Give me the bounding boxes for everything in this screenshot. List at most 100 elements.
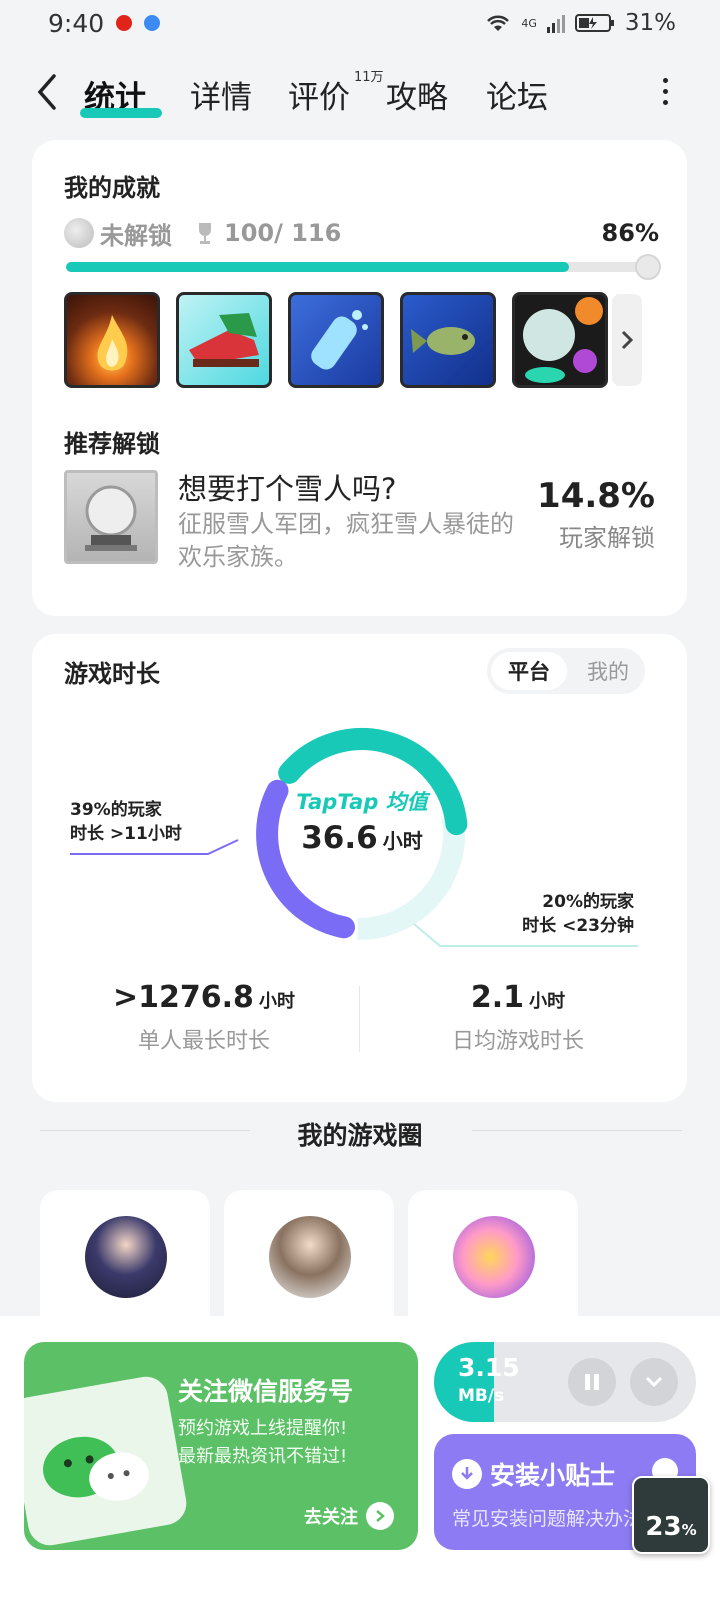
achievement-badges <box>64 292 608 388</box>
back-arrow-icon[interactable] <box>34 70 64 114</box>
daily-playtime-label: 日均游戏时长 <box>451 1029 584 1054</box>
download-speed-unit: MB/s <box>458 1386 505 1406</box>
daily-playtime-stat: 2.1 小时 日均游戏时长 <box>368 980 668 1055</box>
tab-forum[interactable]: 论坛 <box>486 72 548 117</box>
follow-button-label: 去关注 <box>304 1507 358 1528</box>
daily-playtime-unit: 小时 <box>529 991 566 1012</box>
chevron-right-icon <box>366 1502 394 1530</box>
battery-percent: 31% <box>624 10 676 36</box>
recommended-percent-label: 玩家解锁 <box>559 524 655 552</box>
taptap-brand-label: TapTap 均值 <box>296 790 428 814</box>
playtime-card: 游戏时长 平台 我的 TapTap 均值 36.6 小时 39%的玩家 时长 >… <box>32 634 687 1102</box>
locked-label: 未解锁 <box>100 221 172 250</box>
achievement-progress-fill <box>66 262 570 272</box>
bottle-icon <box>311 310 368 370</box>
more-menu-icon[interactable] <box>663 78 669 108</box>
achievement-badge-fish[interactable] <box>400 292 496 388</box>
achievements-summary: 未解锁 100/ 116 86% <box>64 216 659 250</box>
legend-left-connector <box>70 839 239 855</box>
network-type: 4G <box>521 16 537 30</box>
chevron-right-icon <box>621 330 634 350</box>
toggle-mine[interactable]: 我的 <box>575 648 641 694</box>
recommended-desc: 征服雪人军团，疯狂雪人暴徒的欢乐家族。 <box>178 510 514 571</box>
average-playtime-value: 36.6 <box>301 820 378 856</box>
achievements-title: 我的成就 <box>64 174 160 202</box>
install-tips-title: 安装小贴士 <box>490 1461 616 1490</box>
locked-badge-icon <box>64 218 94 248</box>
download-icon <box>452 1459 482 1489</box>
daily-playtime-value: 2.1 <box>470 980 525 1015</box>
avatar <box>85 1216 167 1298</box>
tab-guides[interactable]: 攻略 <box>386 72 448 117</box>
max-playtime-label: 单人最长时长 <box>137 1029 270 1054</box>
fish-icon <box>411 327 475 355</box>
wechat-desc-1: 预约游戏上线提醒你! <box>178 1418 348 1439</box>
recommend-title: 推荐解锁 <box>64 430 160 458</box>
max-playtime-unit: 小时 <box>259 991 295 1012</box>
wechat-desc-2: 最新最热资讯不错过! <box>178 1446 348 1467</box>
pause-icon <box>585 1374 599 1390</box>
platform-mine-toggle: 平台 我的 <box>487 648 645 694</box>
download-speed-value: 3.15 <box>458 1353 520 1382</box>
clock: 9:40 <box>48 8 105 38</box>
legend-left-line1: 39%的玩家 <box>70 800 162 820</box>
top-nav: 统计 详情 评价 11万 攻略 论坛 <box>0 60 720 124</box>
achievement-badge-boots[interactable] <box>176 292 272 388</box>
achievements-card: 我的成就 未解锁 100/ 116 86% 推荐解锁 想要打个雪人吗? 征服雪人… <box>32 140 687 616</box>
achievement-badge-bottle[interactable] <box>288 292 384 388</box>
achievement-badge-planets[interactable] <box>512 292 608 388</box>
follow-button[interactable]: 去关注 <box>304 1502 394 1530</box>
floating-download-widget[interactable]: 23% <box>632 1476 710 1554</box>
review-count-badge: 11万 <box>354 70 384 85</box>
battery-icon <box>574 14 614 32</box>
install-tips-header: 安装小贴士 <box>452 1456 615 1492</box>
wechat-follow-banner[interactable]: 关注微信服务号 预约游戏上线提醒你! 最新最热资讯不错过! 去关注 <box>24 1342 418 1550</box>
avatar <box>269 1216 351 1298</box>
playtime-title: 游戏时长 <box>64 660 160 688</box>
average-playtime: 36.6 小时 <box>252 820 472 856</box>
snowglobe-icon <box>64 470 158 564</box>
achievement-badge-fire[interactable] <box>64 292 160 388</box>
stats-divider <box>359 986 360 1052</box>
planets-icon <box>523 297 603 383</box>
download-percent-sign: % <box>681 1521 697 1539</box>
game-circle-title: 我的游戏圈 <box>297 1121 423 1150</box>
achievement-count: 100/ 116 <box>224 219 342 247</box>
download-percent: 23% <box>645 1512 696 1542</box>
achievement-progress-bar <box>66 254 661 280</box>
badges-more-button[interactable] <box>612 294 642 386</box>
download-speed: 3.15 MB/s <box>458 1354 520 1410</box>
recommended-percent: 14.8% <box>537 476 655 516</box>
progress-end-icon <box>635 254 661 280</box>
divider <box>472 1130 682 1131</box>
trophy-icon <box>199 223 211 244</box>
chevron-down-icon <box>645 1376 663 1388</box>
signal-icon <box>546 15 565 33</box>
notification-icon <box>144 15 161 31</box>
pause-button[interactable] <box>568 1358 616 1406</box>
notification-icon <box>116 15 133 31</box>
boots-icon <box>189 313 259 367</box>
collapse-button[interactable] <box>630 1358 678 1406</box>
fire-icon <box>97 315 128 371</box>
legend-right-line1: 20%的玩家 <box>542 892 634 912</box>
install-tips-subtitle: 常见安装问题解决办法 <box>452 1508 643 1530</box>
status-bar: 9:40 4G 31% <box>0 0 720 46</box>
wechat-title: 关注微信服务号 <box>178 1377 354 1406</box>
tab-details[interactable]: 详情 <box>190 72 252 117</box>
max-playtime-value: >1276.8 <box>113 980 254 1015</box>
avatar <box>453 1216 535 1298</box>
wechat-icon <box>24 1373 190 1549</box>
max-playtime-stat: >1276.8 小时 单人最长时长 <box>54 980 354 1055</box>
average-playtime-unit: 小时 <box>382 829 423 853</box>
legend-right-connector <box>413 923 638 947</box>
download-progress-pill[interactable]: 3.15 MB/s <box>434 1342 696 1422</box>
bottom-panel: 关注微信服务号 预约游戏上线提醒你! 最新最热资讯不错过! 去关注 3.15 M… <box>0 1316 720 1600</box>
download-percent-value: 23 <box>645 1512 682 1542</box>
tab-reviews[interactable]: 评价 <box>288 72 350 117</box>
wifi-icon <box>487 15 510 31</box>
recommended-name[interactable]: 想要打个雪人吗? <box>178 466 396 508</box>
toggle-platform[interactable]: 平台 <box>491 652 567 690</box>
achievement-percent: 86% <box>601 219 659 247</box>
active-tab-indicator <box>80 108 162 118</box>
